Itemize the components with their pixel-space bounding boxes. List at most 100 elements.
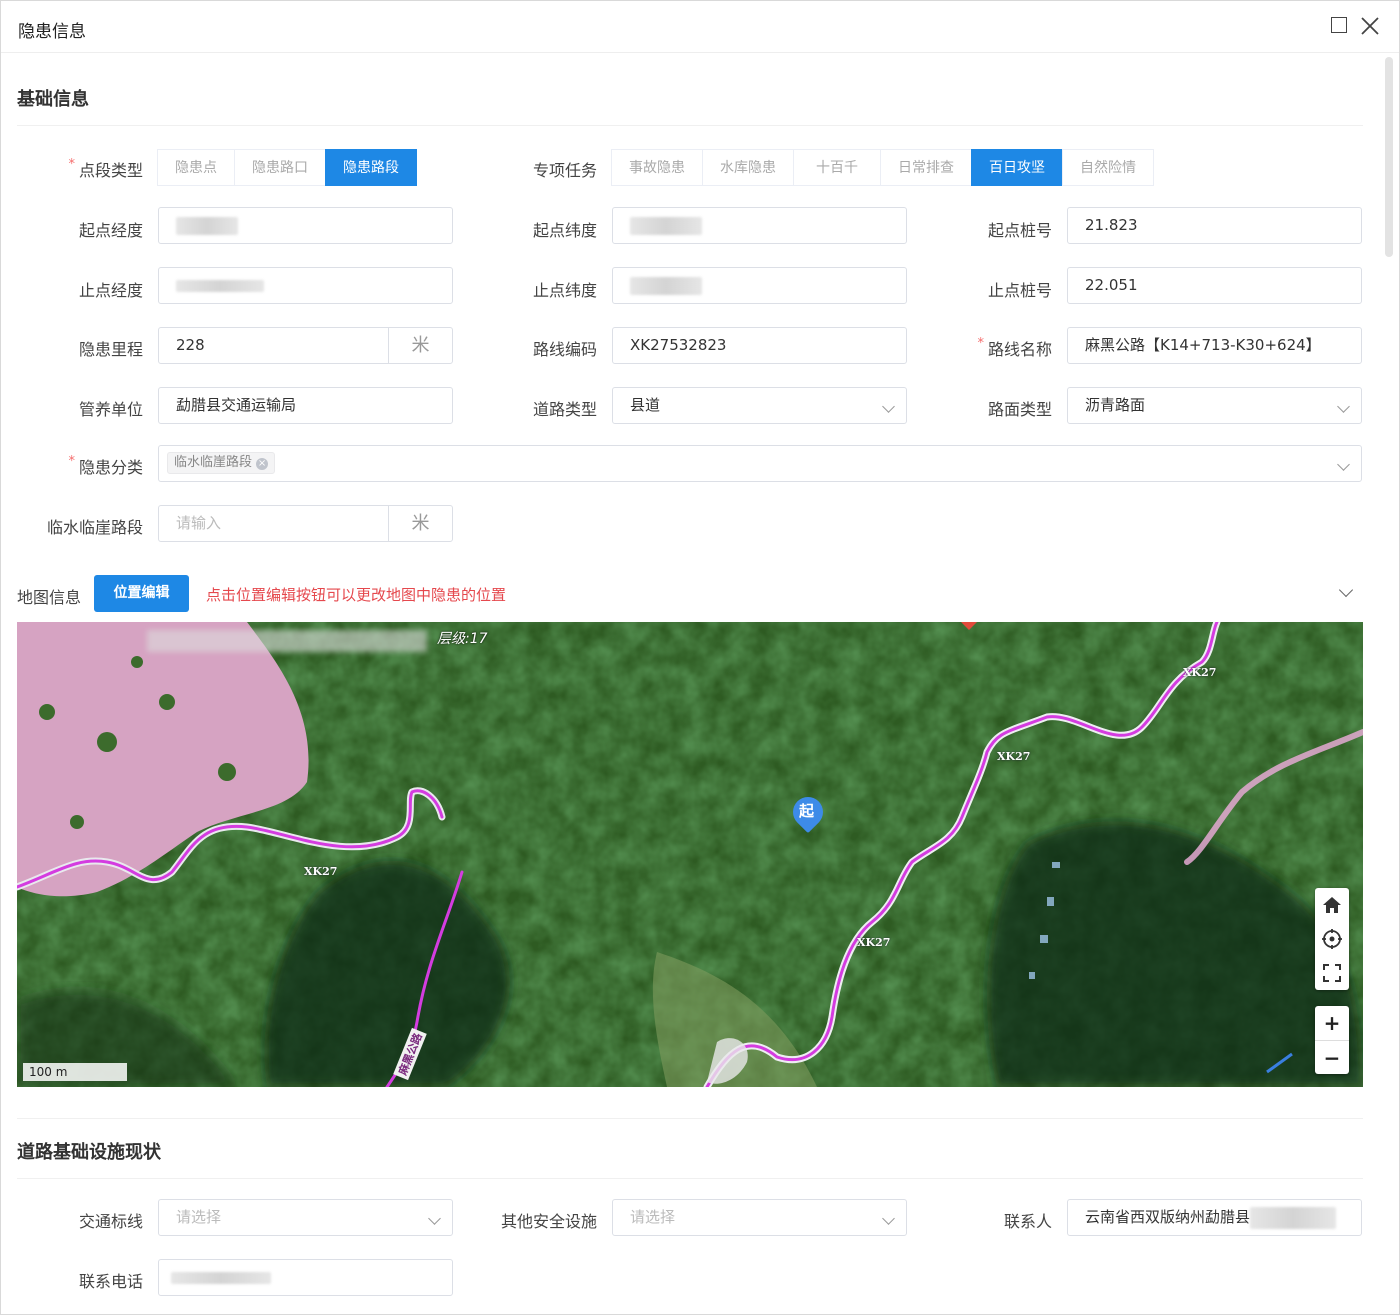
chevron-down-icon: [882, 1212, 895, 1225]
surface-type-label: 路面类型: [987, 400, 1052, 419]
chevron-down-icon: [1337, 458, 1350, 471]
hazard-category-select[interactable]: 临水临崖路段 ×: [158, 445, 1362, 482]
phone-label: 联系电话: [78, 1272, 143, 1291]
fullscreen-button[interactable]: [1315, 956, 1349, 990]
special-task-label: 专项任务: [532, 161, 597, 180]
radio-natural-risk[interactable]: 自然险情: [1062, 149, 1154, 186]
chevron-down-icon: [1337, 400, 1350, 413]
road-label: XK27: [1183, 666, 1217, 679]
hazard-info-dialog: 隐患信息 基础信息 * 点段类型 隐患点 隐患路口 隐患路段 专项任务 事故隐患 …: [0, 0, 1400, 1315]
route-name-label: * 路线名称: [977, 336, 1052, 359]
tag-close-icon[interactable]: ×: [256, 458, 269, 470]
radio-hazard-point[interactable]: 隐患点: [157, 149, 235, 186]
section-title-basic: 基础信息: [17, 89, 89, 110]
waterside-section-placeholder: 请输入: [176, 514, 222, 532]
mileage-unit: 米: [388, 328, 452, 363]
road-label: XK27: [997, 750, 1031, 763]
road-type-select[interactable]: 县道: [612, 387, 907, 424]
locate-button[interactable]: [1315, 922, 1349, 956]
end-stake-input[interactable]: 22.051: [1067, 267, 1362, 304]
point-type-label: * 点段类型: [68, 157, 143, 180]
chevron-down-icon: [428, 1212, 441, 1225]
map-view-controls: [1315, 888, 1349, 990]
section-title-infrastructure: 道路基础设施现状: [17, 1142, 161, 1163]
fullscreen-icon: [1323, 964, 1341, 982]
zoom-out-icon: −: [1323, 1046, 1341, 1070]
scrollbar-thumb[interactable]: [1385, 57, 1393, 257]
mileage-input[interactable]: 228 米: [158, 327, 453, 364]
road-label: XK27: [857, 936, 891, 949]
mileage-value: 228: [176, 336, 205, 354]
contact-input[interactable]: 云南省西双版纳州勐腊县: [1067, 1199, 1362, 1236]
map-hint-text: 点击位置编辑按钮可以更改地图中隐患的位置: [206, 586, 507, 604]
route-code-input[interactable]: XK27532823: [612, 327, 907, 364]
traffic-marking-label: 交通标线: [78, 1212, 143, 1231]
chevron-down-icon: [882, 400, 895, 413]
map-zoom-controls: + −: [1315, 1006, 1349, 1074]
close-icon: [1361, 17, 1379, 35]
maximize-button[interactable]: [1329, 15, 1351, 37]
start-lat-label: 起点纬度: [532, 221, 597, 240]
map-scale-bar: 100 m: [23, 1063, 127, 1081]
map-imagery: [17, 622, 1363, 1087]
other-safety-placeholder: 请选择: [630, 1208, 676, 1226]
hazard-category-tag: 临水临崖路段 ×: [167, 452, 276, 474]
close-button[interactable]: [1359, 15, 1381, 37]
radio-reservoir-hazard[interactable]: 水库隐患: [702, 149, 794, 186]
surface-type-select[interactable]: 沥青路面: [1067, 387, 1362, 424]
mileage-label: 隐患里程: [78, 340, 143, 359]
special-task-radio-group: 事故隐患 水库隐患 十百千 日常排查 百日攻坚 自然险情: [611, 149, 1154, 186]
road-type-value: 县道: [630, 396, 661, 414]
chevron-down-icon[interactable]: [1338, 582, 1354, 598]
start-stake-label: 起点桩号: [987, 221, 1052, 240]
surface-type-value: 沥青路面: [1085, 396, 1146, 414]
maintenance-unit-input[interactable]: 勐腊县交通运输局: [158, 387, 453, 424]
radio-hazard-intersection[interactable]: 隐患路口: [234, 149, 326, 186]
point-type-radio-group: 隐患点 隐患路口 隐患路段: [157, 149, 417, 186]
divider: [17, 1178, 1363, 1179]
divider: [17, 125, 1363, 126]
end-lng-input[interactable]: [158, 267, 453, 304]
satellite-map[interactable]: 层级:17 XK27 XK27 XK27 XK27 麻黑公路 起 100 m +…: [17, 622, 1363, 1087]
map-coordinate-readout: [147, 630, 427, 652]
road-type-label: 道路类型: [532, 400, 597, 419]
phone-input[interactable]: [158, 1259, 453, 1296]
route-name-input[interactable]: 麻黑公路【K14+713-K30+624】: [1067, 327, 1362, 364]
home-button[interactable]: [1315, 888, 1349, 922]
divider: [17, 1118, 1363, 1119]
radio-daily-inspection[interactable]: 日常排查: [880, 149, 972, 186]
end-lat-label: 止点纬度: [532, 281, 597, 300]
start-marker-label: 起: [799, 802, 815, 820]
position-edit-button[interactable]: 位置编辑: [94, 575, 189, 612]
route-code-label: 路线编码: [532, 340, 597, 359]
zoom-in-icon: +: [1323, 1011, 1341, 1035]
traffic-marking-placeholder: 请选择: [176, 1208, 222, 1226]
waterside-section-input[interactable]: 请输入 米: [158, 505, 453, 542]
radio-ten-hundred-thousand[interactable]: 十百千: [793, 149, 881, 186]
radio-hazard-section[interactable]: 隐患路段: [325, 149, 417, 186]
map-zoom-level: 层级:17: [437, 631, 488, 647]
other-safety-label: 其他安全设施: [500, 1212, 597, 1231]
start-lng-label: 起点经度: [78, 221, 143, 240]
title-bar: 隐患信息: [1, 1, 1399, 53]
start-stake-input[interactable]: 21.823: [1067, 207, 1362, 244]
radio-hundred-day[interactable]: 百日攻坚: [971, 149, 1063, 186]
radio-accident-hazard[interactable]: 事故隐患: [611, 149, 703, 186]
end-lat-input[interactable]: [612, 267, 907, 304]
square-icon: [1331, 17, 1347, 33]
waterside-section-label: 临水临崖路段: [46, 518, 143, 537]
start-lat-input[interactable]: [612, 207, 907, 244]
end-lng-label: 止点经度: [78, 281, 143, 300]
zoom-out-button[interactable]: −: [1315, 1040, 1349, 1074]
other-safety-select[interactable]: 请选择: [612, 1199, 907, 1236]
zoom-in-button[interactable]: +: [1315, 1006, 1349, 1040]
contact-label: 联系人: [1003, 1212, 1052, 1231]
hazard-category-label: * 隐患分类: [68, 454, 143, 477]
map-info-label: 地图信息: [17, 588, 82, 607]
traffic-marking-select[interactable]: 请选择: [158, 1199, 453, 1236]
start-lng-input[interactable]: [158, 207, 453, 244]
locate-icon: [1322, 929, 1342, 949]
maintenance-unit-label: 管养单位: [78, 400, 143, 419]
contact-value: 云南省西双版纳州勐腊县: [1085, 1208, 1251, 1226]
waterside-section-unit: 米: [388, 506, 452, 541]
